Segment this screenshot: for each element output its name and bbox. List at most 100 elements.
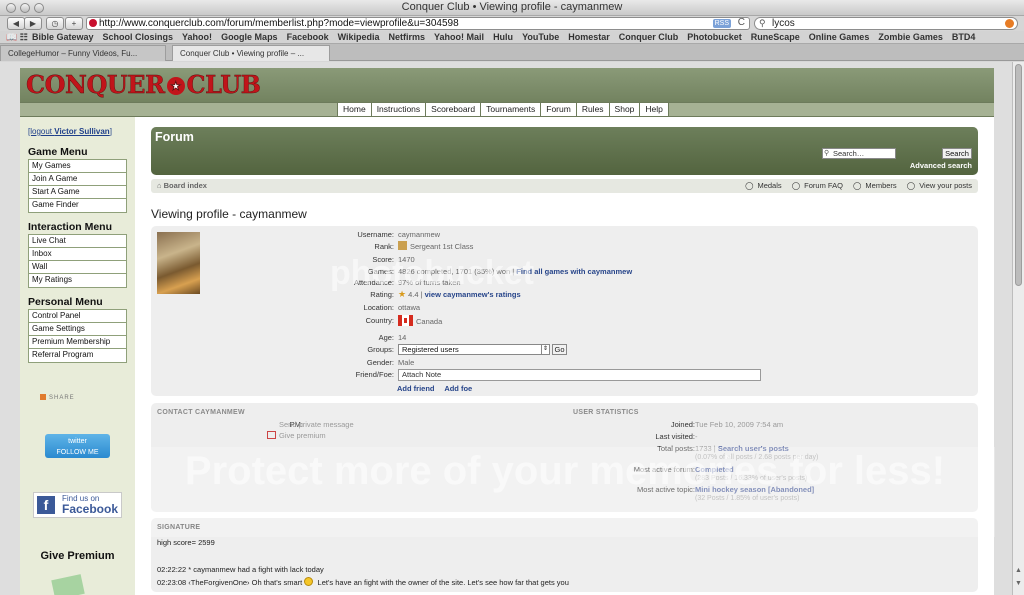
tab-conquerclub[interactable]: Conquer Club • Viewing profile – ... bbox=[172, 45, 330, 61]
game-menu-title: Game Menu bbox=[28, 146, 88, 158]
profile-row-gender: Gender: Male bbox=[151, 357, 978, 368]
forum-search-button[interactable]: Search bbox=[942, 148, 972, 159]
scroll-down-icon[interactable]: ▼ bbox=[1014, 580, 1023, 587]
reload-icon[interactable]: C bbox=[738, 18, 745, 28]
sidebar-item-live-chat[interactable]: Live Chat bbox=[29, 235, 126, 248]
groups-select[interactable]: Registered users ⇕ bbox=[398, 344, 550, 355]
share-label: SHARE bbox=[49, 395, 75, 401]
search-posts-link[interactable]: Search user's posts bbox=[718, 444, 789, 453]
bookmark-photobucket[interactable]: Photobucket bbox=[687, 32, 742, 42]
medals-link[interactable]: ◯ Medals bbox=[741, 181, 782, 190]
view-posts-link[interactable]: ◯ View your posts bbox=[903, 181, 972, 190]
nav-instructions[interactable]: Instructions bbox=[370, 103, 425, 116]
bookmark-runescape[interactable]: RuneScape bbox=[751, 32, 800, 42]
sidebar-item-game-finder[interactable]: Game Finder bbox=[29, 199, 126, 212]
sidebar-item-wall[interactable]: Wall bbox=[29, 261, 126, 274]
sidebar-item-premium-membership[interactable]: Premium Membership bbox=[29, 336, 126, 349]
bookmark-google-maps[interactable]: Google Maps bbox=[221, 32, 278, 42]
username-label: Username: bbox=[357, 230, 394, 239]
sidebar-item-referral-program[interactable]: Referral Program bbox=[29, 349, 126, 362]
bookmark-conquer-club[interactable]: Conquer Club bbox=[619, 32, 679, 42]
bookmark-zombie-games[interactable]: Zombie Games bbox=[878, 32, 943, 42]
nav-help[interactable]: Help bbox=[639, 103, 669, 116]
share-button[interactable]: SHARE bbox=[40, 394, 118, 403]
bookmark-yahoo-mail[interactable]: Yahoo! Mail bbox=[434, 32, 484, 42]
bookmark-school-closings[interactable]: School Closings bbox=[103, 32, 174, 42]
rss-icon[interactable]: RSS bbox=[712, 19, 731, 28]
nav-tournaments[interactable]: Tournaments bbox=[480, 103, 540, 116]
forum-banner: Forum ⚲ Search… Search Advanced search bbox=[151, 127, 978, 175]
scrollbar-thumb[interactable] bbox=[1015, 64, 1022, 286]
close-window-icon[interactable] bbox=[6, 3, 16, 13]
members-label: Members bbox=[865, 181, 897, 190]
nav-scoreboard[interactable]: Scoreboard bbox=[425, 103, 480, 116]
groups-go-button[interactable]: Go bbox=[552, 344, 567, 355]
nav-home[interactable]: Home bbox=[337, 103, 371, 116]
faq-link[interactable]: ◯ Forum FAQ bbox=[788, 181, 843, 190]
forum-title[interactable]: Forum bbox=[155, 130, 194, 144]
sidebar-item-start-a-game[interactable]: Start A Game bbox=[29, 186, 126, 199]
address-bar[interactable]: http://www.conquerclub.com/forum/memberl… bbox=[86, 17, 750, 30]
sidebar-item-control-panel[interactable]: Control Panel bbox=[29, 310, 126, 323]
country-value: Canada bbox=[398, 315, 442, 327]
sidebar-item-game-settings[interactable]: Game Settings bbox=[29, 323, 126, 336]
total-posts-detail: (0.07% of all posts / 2.68 posts per day… bbox=[695, 454, 819, 461]
search-engine-icon[interactable] bbox=[1005, 19, 1014, 28]
bookmark-homestar[interactable]: Homestar bbox=[568, 32, 610, 42]
sidebar-item-join-a-game[interactable]: Join A Game bbox=[29, 173, 126, 186]
nav-forum[interactable]: Forum bbox=[540, 103, 576, 116]
bookmark-btd4[interactable]: BTD4 bbox=[952, 32, 976, 42]
tab-collegehumor[interactable]: CollegeHumor – Funny Videos, Fu... bbox=[0, 45, 166, 61]
members-link[interactable]: ◯ Members bbox=[849, 181, 897, 190]
bookmark-online-games[interactable]: Online Games bbox=[809, 32, 870, 42]
add-icon: + bbox=[71, 19, 77, 28]
sidebar-item-my-games[interactable]: My Games bbox=[29, 160, 126, 173]
attach-note-input[interactable]: Attach Note bbox=[398, 369, 761, 381]
board-index-link[interactable]: ⌂ Board index bbox=[157, 181, 207, 190]
minimize-window-icon[interactable] bbox=[20, 3, 30, 13]
tab-bar: CollegeHumor – Funny Videos, Fu... Conqu… bbox=[0, 44, 1024, 61]
add-foe-link[interactable]: Add foe bbox=[444, 384, 472, 393]
sidebar-item-inbox[interactable]: Inbox bbox=[29, 248, 126, 261]
browser-search-input[interactable]: ⚲ lycos bbox=[754, 17, 1018, 30]
bookmark-wikipedia[interactable]: Wikipedia bbox=[338, 32, 380, 42]
board-index-label: Board index bbox=[163, 181, 207, 190]
forward-button[interactable]: ▶ bbox=[24, 17, 42, 30]
profile-row-friendfoe: Friend/Foe: Attach Note bbox=[151, 369, 978, 381]
bookmark-hulu[interactable]: Hulu bbox=[493, 32, 513, 42]
bookmark-facebook[interactable]: Facebook bbox=[287, 32, 329, 42]
twitter-follow-badge[interactable]: twitter FOLLOW ME bbox=[45, 434, 110, 458]
bookmark-yahoo[interactable]: Yahoo! bbox=[182, 32, 212, 42]
signature-line-3: 02:23:08 ‹TheForgivenOne› Oh that's smar… bbox=[157, 577, 569, 587]
add-friend-link[interactable]: Add friend bbox=[397, 384, 435, 393]
nav-shop[interactable]: Shop bbox=[608, 103, 640, 116]
page-scrollbar[interactable]: ▲ ▼ bbox=[1012, 62, 1024, 595]
advanced-search-link[interactable]: Advanced search bbox=[910, 161, 972, 170]
bookmark-youtube[interactable]: YouTube bbox=[522, 32, 559, 42]
game-menu: My Games Join A Game Start A Game Game Find… bbox=[28, 159, 127, 213]
faq-label: Forum FAQ bbox=[804, 181, 843, 190]
gift-icon[interactable] bbox=[51, 574, 85, 595]
give-premium-link[interactable]: Give premium bbox=[267, 431, 326, 441]
add-bookmark-button[interactable]: + bbox=[65, 17, 83, 30]
history-button[interactable]: ◷ bbox=[46, 17, 64, 30]
sidebar-item-my-ratings[interactable]: My Ratings bbox=[29, 274, 126, 287]
active-topic-detail: (32 Posts / 1.85% of user's posts) bbox=[695, 495, 800, 502]
logout-suffix: ] bbox=[109, 127, 112, 136]
groups-selected: Registered users bbox=[402, 345, 459, 354]
active-topic-link[interactable]: Mini hockey season [Abandoned] bbox=[695, 485, 814, 494]
nav-rules[interactable]: Rules bbox=[575, 103, 609, 116]
bookmark-bible-gateway[interactable]: Bible Gateway bbox=[32, 32, 94, 42]
back-button[interactable]: ◀ bbox=[7, 17, 25, 30]
logout-prefix: [logout bbox=[28, 127, 55, 136]
send-pm-link[interactable]: Send private message bbox=[279, 420, 354, 430]
scroll-up-icon[interactable]: ▲ bbox=[1014, 567, 1023, 574]
bookmarks-icon[interactable]: 📖 ☷ bbox=[6, 31, 28, 43]
zoom-window-icon[interactable] bbox=[34, 3, 44, 13]
bookmark-netfirms[interactable]: Netfirms bbox=[389, 32, 426, 42]
logout-link[interactable]: [logout Victor Sullivan] bbox=[28, 127, 112, 136]
forum-search-input[interactable]: ⚲ Search… bbox=[822, 148, 896, 159]
conquer-club-logo[interactable]: CONQUER ★ CLUB bbox=[26, 70, 261, 99]
facebook-badge[interactable]: f Find us on Facebook bbox=[33, 492, 122, 518]
active-forum-link[interactable]: Completed bbox=[695, 465, 734, 474]
